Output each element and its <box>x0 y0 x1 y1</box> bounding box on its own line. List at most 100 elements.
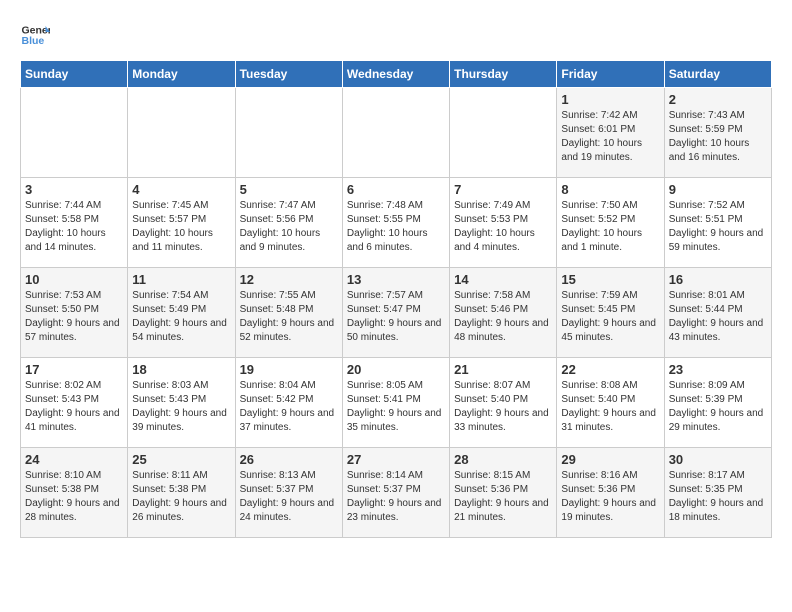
cell-info: Sunrise: 7:47 AM Sunset: 5:56 PM Dayligh… <box>240 199 338 255</box>
cell-info: Sunrise: 7:53 AM Sunset: 5:50 PM Dayligh… <box>25 289 123 345</box>
calendar-cell <box>450 88 557 178</box>
cell-info: Sunrise: 8:03 AM Sunset: 5:43 PM Dayligh… <box>132 379 230 435</box>
logo-icon: General Blue <box>20 20 50 50</box>
day-number: 1 <box>561 92 659 107</box>
cell-info: Sunrise: 7:57 AM Sunset: 5:47 PM Dayligh… <box>347 289 445 345</box>
cell-info: Sunrise: 7:43 AM Sunset: 5:59 PM Dayligh… <box>669 109 767 165</box>
day-number: 30 <box>669 452 767 467</box>
cell-info: Sunrise: 8:10 AM Sunset: 5:38 PM Dayligh… <box>25 469 123 525</box>
calendar-cell: 3 Sunrise: 7:44 AM Sunset: 5:58 PM Daylig… <box>21 178 128 268</box>
calendar-week-4: 17 Sunrise: 8:02 AM Sunset: 5:43 PM Dayli… <box>21 358 772 448</box>
calendar-cell: 27 Sunrise: 8:14 AM Sunset: 5:37 PM Dayli… <box>342 448 449 538</box>
cell-info: Sunrise: 7:54 AM Sunset: 5:49 PM Dayligh… <box>132 289 230 345</box>
day-number: 12 <box>240 272 338 287</box>
cell-info: Sunrise: 7:55 AM Sunset: 5:48 PM Dayligh… <box>240 289 338 345</box>
logo: General Blue <box>20 20 50 50</box>
calendar-cell: 22Sunrise: 8:08 AM Sunset: 5:40 PM Dayli… <box>557 358 664 448</box>
calendar-cell: 25 Sunrise: 8:11 AM Sunset: 5:38 PM Dayli… <box>128 448 235 538</box>
day-number: 14 <box>454 272 552 287</box>
cell-info: Sunrise: 7:59 AM Sunset: 5:45 PM Dayligh… <box>561 289 659 345</box>
calendar-cell: 8 Sunrise: 7:50 AM Sunset: 5:52 PM Daylig… <box>557 178 664 268</box>
weekday-header-friday: Friday <box>557 61 664 88</box>
calendar-cell: 14 Sunrise: 7:58 AM Sunset: 5:46 PM Dayli… <box>450 268 557 358</box>
calendar-week-2: 3 Sunrise: 7:44 AM Sunset: 5:58 PM Daylig… <box>21 178 772 268</box>
day-number: 10 <box>25 272 123 287</box>
day-number: 22 <box>561 362 659 377</box>
cell-info: Sunrise: 7:42 AM Sunset: 6:01 PM Dayligh… <box>561 109 659 165</box>
day-number: 20 <box>347 362 445 377</box>
weekday-header-tuesday: Tuesday <box>235 61 342 88</box>
calendar-cell: 21Sunrise: 8:07 AM Sunset: 5:40 PM Dayli… <box>450 358 557 448</box>
calendar-cell: 13 Sunrise: 7:57 AM Sunset: 5:47 PM Dayli… <box>342 268 449 358</box>
day-number: 19 <box>240 362 338 377</box>
svg-text:Blue: Blue <box>22 35 45 47</box>
calendar-cell: 17 Sunrise: 8:02 AM Sunset: 5:43 PM Dayli… <box>21 358 128 448</box>
calendar-cell: 19 Sunrise: 8:04 AM Sunset: 5:42 PM Dayli… <box>235 358 342 448</box>
calendar-cell: 12 Sunrise: 7:55 AM Sunset: 5:48 PM Dayli… <box>235 268 342 358</box>
day-number: 27 <box>347 452 445 467</box>
cell-info: Sunrise: 7:58 AM Sunset: 5:46 PM Dayligh… <box>454 289 552 345</box>
cell-info: Sunrise: 8:02 AM Sunset: 5:43 PM Dayligh… <box>25 379 123 435</box>
calendar-cell <box>128 88 235 178</box>
calendar-cell: 18 Sunrise: 8:03 AM Sunset: 5:43 PM Dayli… <box>128 358 235 448</box>
calendar-cell: 29 Sunrise: 8:16 AM Sunset: 5:36 PM Dayli… <box>557 448 664 538</box>
cell-info: Sunrise: 8:09 AM Sunset: 5:39 PM Dayligh… <box>669 379 767 435</box>
cell-info: Sunrise: 8:13 AM Sunset: 5:37 PM Dayligh… <box>240 469 338 525</box>
calendar-cell: 24Sunrise: 8:10 AM Sunset: 5:38 PM Dayli… <box>21 448 128 538</box>
calendar-cell: 30 Sunrise: 8:17 AM Sunset: 5:35 PM Dayli… <box>664 448 771 538</box>
calendar-cell: 28Sunrise: 8:15 AM Sunset: 5:36 PM Dayli… <box>450 448 557 538</box>
calendar-week-3: 10 Sunrise: 7:53 AM Sunset: 5:50 PM Dayli… <box>21 268 772 358</box>
calendar-cell <box>235 88 342 178</box>
page-header: General Blue <box>20 20 772 50</box>
day-number: 13 <box>347 272 445 287</box>
calendar-cell: 5 Sunrise: 7:47 AM Sunset: 5:56 PM Daylig… <box>235 178 342 268</box>
calendar-table: SundayMondayTuesdayWednesdayThursdayFrid… <box>20 60 772 538</box>
day-number: 17 <box>25 362 123 377</box>
day-number: 7 <box>454 182 552 197</box>
day-number: 6 <box>347 182 445 197</box>
calendar-cell: 7Sunrise: 7:49 AM Sunset: 5:53 PM Daylig… <box>450 178 557 268</box>
calendar-cell: 1 Sunrise: 7:42 AM Sunset: 6:01 PM Daylig… <box>557 88 664 178</box>
cell-info: Sunrise: 8:17 AM Sunset: 5:35 PM Dayligh… <box>669 469 767 525</box>
cell-info: Sunrise: 8:14 AM Sunset: 5:37 PM Dayligh… <box>347 469 445 525</box>
cell-info: Sunrise: 8:04 AM Sunset: 5:42 PM Dayligh… <box>240 379 338 435</box>
cell-info: Sunrise: 8:16 AM Sunset: 5:36 PM Dayligh… <box>561 469 659 525</box>
calendar-cell: 6 Sunrise: 7:48 AM Sunset: 5:55 PM Daylig… <box>342 178 449 268</box>
cell-info: Sunrise: 7:44 AM Sunset: 5:58 PM Dayligh… <box>25 199 123 255</box>
day-number: 2 <box>669 92 767 107</box>
day-number: 15 <box>561 272 659 287</box>
calendar-week-5: 24Sunrise: 8:10 AM Sunset: 5:38 PM Dayli… <box>21 448 772 538</box>
cell-info: Sunrise: 7:50 AM Sunset: 5:52 PM Dayligh… <box>561 199 659 255</box>
cell-info: Sunrise: 7:48 AM Sunset: 5:55 PM Dayligh… <box>347 199 445 255</box>
calendar-cell: 10 Sunrise: 7:53 AM Sunset: 5:50 PM Dayli… <box>21 268 128 358</box>
cell-info: Sunrise: 8:11 AM Sunset: 5:38 PM Dayligh… <box>132 469 230 525</box>
day-number: 29 <box>561 452 659 467</box>
day-number: 25 <box>132 452 230 467</box>
day-number: 4 <box>132 182 230 197</box>
day-number: 18 <box>132 362 230 377</box>
day-number: 28 <box>454 452 552 467</box>
calendar-cell <box>21 88 128 178</box>
calendar-cell: 16Sunrise: 8:01 AM Sunset: 5:44 PM Dayli… <box>664 268 771 358</box>
day-number: 5 <box>240 182 338 197</box>
cell-info: Sunrise: 7:52 AM Sunset: 5:51 PM Dayligh… <box>669 199 767 255</box>
day-number: 21 <box>454 362 552 377</box>
cell-info: Sunrise: 7:45 AM Sunset: 5:57 PM Dayligh… <box>132 199 230 255</box>
calendar-cell: 15 Sunrise: 7:59 AM Sunset: 5:45 PM Dayli… <box>557 268 664 358</box>
day-number: 9 <box>669 182 767 197</box>
day-number: 16 <box>669 272 767 287</box>
weekday-header-saturday: Saturday <box>664 61 771 88</box>
calendar-cell: 26Sunrise: 8:13 AM Sunset: 5:37 PM Dayli… <box>235 448 342 538</box>
day-number: 8 <box>561 182 659 197</box>
day-number: 23 <box>669 362 767 377</box>
calendar-cell: 23 Sunrise: 8:09 AM Sunset: 5:39 PM Dayli… <box>664 358 771 448</box>
weekday-header-wednesday: Wednesday <box>342 61 449 88</box>
day-number: 11 <box>132 272 230 287</box>
calendar-cell: 2 Sunrise: 7:43 AM Sunset: 5:59 PM Daylig… <box>664 88 771 178</box>
calendar-cell: 11 Sunrise: 7:54 AM Sunset: 5:49 PM Dayli… <box>128 268 235 358</box>
calendar-cell: 4 Sunrise: 7:45 AM Sunset: 5:57 PM Daylig… <box>128 178 235 268</box>
day-number: 3 <box>25 182 123 197</box>
calendar-cell <box>342 88 449 178</box>
weekday-header-thursday: Thursday <box>450 61 557 88</box>
weekday-header-monday: Monday <box>128 61 235 88</box>
